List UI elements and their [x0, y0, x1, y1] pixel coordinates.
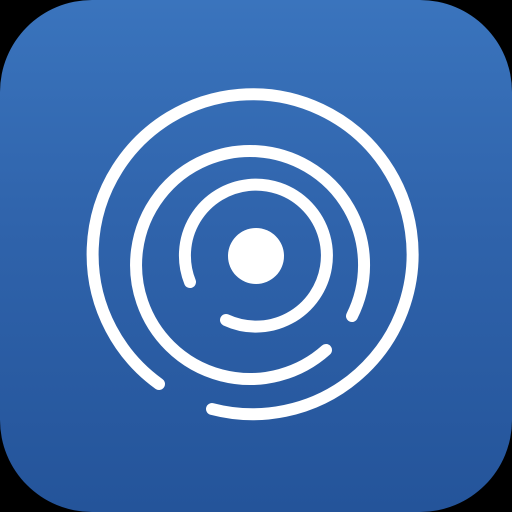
- radar-target-icon: [86, 88, 419, 421]
- center-dot: [228, 228, 284, 284]
- app-icon[interactable]: [0, 0, 512, 512]
